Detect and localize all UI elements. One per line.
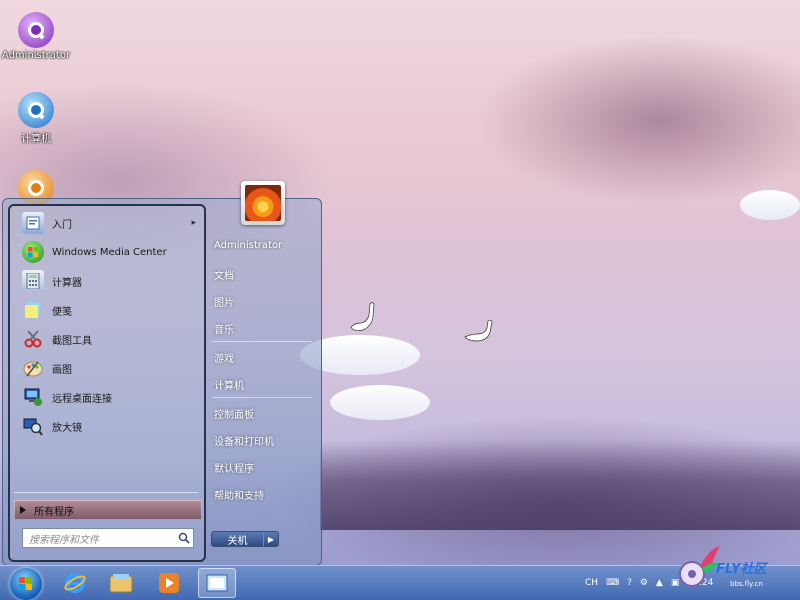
pinned-item-label: 入门: [52, 219, 72, 231]
pinned-item-sticky-notes[interactable]: 便笺: [22, 297, 202, 323]
internet-explorer-icon: [64, 573, 86, 593]
taskbar-button-media-player[interactable]: [150, 568, 188, 598]
all-programs-label: 所有程序: [34, 506, 74, 518]
watermark-url: bbs.fly.cn: [730, 580, 763, 588]
settings-icon[interactable]: ⚙: [640, 578, 648, 588]
remote-desktop-icon: [22, 386, 44, 408]
pinned-item-calculator[interactable]: 计算器: [22, 268, 202, 294]
show-hidden-icons-icon[interactable]: ▲: [656, 578, 663, 588]
flower-icon: [245, 185, 281, 221]
sticky-notes-icon: [22, 299, 44, 321]
places-item-devices-printers[interactable]: 设备和打印机: [214, 433, 274, 448]
triangle-right-icon: [20, 506, 26, 514]
chevron-right-icon: ▸: [191, 218, 196, 228]
places-item-user[interactable]: Administrator: [214, 240, 282, 251]
taskbar-button-internet-explorer[interactable]: [56, 568, 94, 598]
divider: [212, 397, 312, 398]
fly-logo-icon: [679, 546, 720, 587]
start-menu-places-pane: Administrator 文档 图片 音乐 游戏 计算机 控制面板 设备和打印…: [206, 226, 318, 560]
reeds: [320, 440, 800, 530]
language-indicator[interactable]: CH: [585, 578, 598, 588]
paint-icon: [22, 357, 44, 379]
pinned-item-label: 远程桌面连接: [52, 393, 112, 405]
start-button[interactable]: [10, 568, 42, 600]
taskbar-button-explorer[interactable]: [102, 568, 140, 598]
places-item-control-panel[interactable]: 控制面板: [214, 406, 254, 421]
pinned-item-magnifier[interactable]: 放大镜: [22, 413, 202, 439]
chevron-right-icon[interactable]: ▶: [263, 532, 278, 546]
pinned-item-label: 放大镜: [52, 422, 82, 434]
swan-image: [350, 302, 375, 331]
shutdown-label: 关机: [227, 535, 248, 547]
watermark-logo: FLY社区 bbs.fly.cn: [672, 540, 792, 595]
places-item-default-programs[interactable]: 默认程序: [214, 460, 254, 475]
keyboard-icon[interactable]: ⌨: [606, 578, 619, 588]
places-item-computer[interactable]: 计算机: [214, 377, 244, 392]
places-item-games[interactable]: 游戏: [214, 350, 234, 365]
windows-explorer-icon: [109, 574, 133, 593]
pinned-item-media-center[interactable]: Windows Media Center: [22, 239, 202, 265]
divider: [14, 492, 198, 493]
snowbank: [740, 190, 800, 220]
windows-logo-icon: [19, 577, 32, 590]
pinned-item-remote-desktop[interactable]: 远程桌面连接: [22, 384, 202, 410]
desktop-icon-administrator[interactable]: Administrator: [0, 12, 72, 61]
pinned-item-label: 计算器: [52, 277, 82, 289]
active-window-icon: [206, 574, 228, 592]
pinned-item-getting-started[interactable]: 入门 ▸: [22, 210, 202, 236]
pinned-item-paint[interactable]: 画图: [22, 355, 202, 381]
quicktime-icon: [18, 12, 54, 48]
all-programs-button[interactable]: 所有程序: [14, 500, 202, 520]
snowbank: [330, 385, 430, 420]
swan-image: [464, 319, 493, 342]
desktop-icon-label: Administrator: [1, 50, 71, 61]
media-center-icon: [22, 241, 44, 263]
places-item-pictures[interactable]: 图片: [214, 294, 234, 309]
desktop-icon-computer[interactable]: 计算机: [0, 92, 72, 145]
search-placeholder: 搜索程序和文件: [29, 534, 99, 546]
places-item-help-support[interactable]: 帮助和支持: [214, 487, 264, 502]
pinned-item-snipping-tool[interactable]: 截图工具: [22, 326, 202, 352]
places-item-music[interactable]: 音乐: [214, 321, 234, 336]
calculator-icon: [22, 270, 44, 292]
magnifier-icon: [22, 415, 44, 437]
desktop: Administrator 计算机 入门 ▸ Windows Media Cen…: [0, 0, 800, 600]
getting-started-icon: [22, 212, 44, 234]
start-search-input[interactable]: 搜索程序和文件: [22, 528, 194, 548]
pinned-item-label: 画图: [52, 364, 72, 376]
divider: [212, 341, 312, 342]
watermark-brand: FLY社区: [716, 562, 767, 577]
shutdown-button[interactable]: 关机 ▶: [211, 531, 279, 547]
places-item-documents[interactable]: 文档: [214, 267, 234, 282]
media-player-icon: [159, 573, 179, 593]
pinned-item-label: 便笺: [52, 306, 72, 318]
quicktime-icon: [18, 92, 54, 128]
pinned-item-label: 截图工具: [52, 335, 92, 347]
user-picture[interactable]: [241, 181, 285, 225]
snipping-tool-icon: [22, 328, 44, 350]
taskbar-button-active-window[interactable]: [198, 568, 236, 598]
help-icon[interactable]: ?: [627, 578, 632, 588]
pinned-item-label: Windows Media Center: [52, 246, 167, 258]
desktop-icon-label: 计算机: [21, 134, 51, 145]
search-icon[interactable]: [175, 529, 193, 547]
